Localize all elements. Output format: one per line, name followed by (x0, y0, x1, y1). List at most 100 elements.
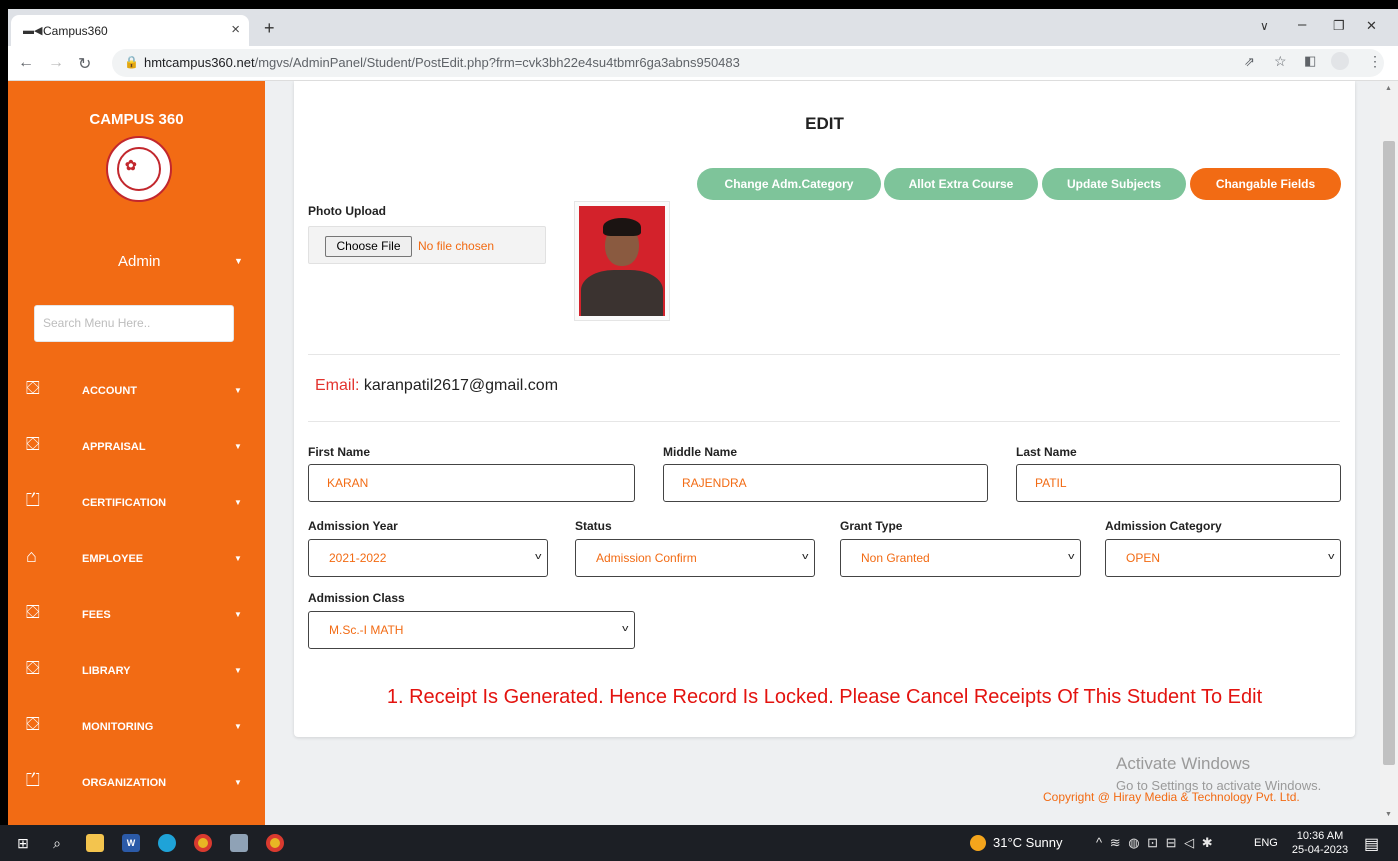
status-select[interactable]: Admission Confirm v (575, 539, 815, 577)
sidebar-item-appraisal[interactable]: ⛋ APPRAISAL ▼ (8, 421, 265, 477)
admission-category-select[interactable]: OPEN v (1105, 539, 1341, 577)
divider (308, 421, 1340, 422)
minimize-button[interactable]: – (1298, 16, 1306, 33)
caret-down-icon: ▼ (234, 442, 242, 451)
photo-background (579, 206, 665, 316)
admission-year-select[interactable]: 2021-2022 v (308, 539, 548, 577)
certificate-icon: ⏍ (26, 770, 40, 790)
browser-menu-icon[interactable]: ⋮ (1368, 53, 1382, 70)
sidebar-item-label: APPRAISAL (82, 441, 146, 453)
user-caret-icon[interactable]: ▼ (234, 256, 243, 266)
photo-hair (603, 218, 641, 236)
home-icon: ⌂ (26, 546, 37, 566)
file-explorer-icon[interactable] (86, 834, 104, 852)
search-icon[interactable]: ⌕ (48, 834, 66, 852)
caret-down-icon: ▼ (234, 554, 242, 563)
sidebar-item-fees[interactable]: ⛋ FEES ▼ (8, 589, 265, 645)
new-tab-button[interactable]: + (264, 18, 275, 39)
caret-down-icon: ▼ (234, 666, 242, 675)
update-subjects-button[interactable]: Update Subjects (1042, 168, 1186, 200)
tab-search-chevron-icon[interactable]: ∨ (1260, 19, 1269, 33)
scroll-down-icon[interactable]: ▼ (1385, 811, 1392, 818)
address-bar[interactable]: 🔒 hmtcampus360.net/mgvs/AdminPanel/Stude… (112, 49, 1384, 77)
app-icon[interactable] (230, 834, 248, 852)
url-text: hmtcampus360.net/mgvs/AdminPanel/Student… (144, 55, 740, 70)
sidebar: CAMPUS 360 ✿ Admin ▼ Search Menu Here.. … (8, 81, 265, 825)
photo-file-input[interactable]: Choose File No file chosen (308, 226, 546, 264)
logo-emblem-icon: ✿ (125, 157, 137, 173)
record-locked-message: 1. Receipt Is Generated. Hence Record Is… (386, 686, 1263, 708)
brand-title: CAMPUS 360 (89, 111, 184, 128)
certificate-icon: ⏍ (26, 490, 40, 510)
first-name-label: First Name (308, 445, 371, 459)
weather-text[interactable]: 31°C Sunny (993, 835, 1063, 850)
briefcase-icon: ⛋ (26, 602, 40, 622)
reload-icon[interactable]: ↻ (78, 54, 91, 74)
page-scrollbar[interactable]: ▲ ▼ (1380, 81, 1398, 825)
allot-extra-course-button[interactable]: Allot Extra Course (884, 168, 1038, 200)
changable-fields-button[interactable]: Changable Fields (1190, 168, 1341, 200)
college-logo: ✿ (106, 136, 172, 202)
scrollbar-thumb[interactable] (1383, 141, 1395, 765)
bookmark-star-icon[interactable]: ☆ (1274, 53, 1287, 70)
sidebar-item-certification[interactable]: ⏍ CERTIFICATION ▼ (8, 477, 265, 533)
windows-start-icon[interactable]: ⊞ (14, 834, 32, 852)
sidebar-item-monitoring[interactable]: ⛋ MONITORING ▼ (8, 701, 265, 757)
address-row: ← → ↻ 🔒 hmtcampus360.net/mgvs/AdminPanel… (8, 46, 1398, 81)
choose-file-button[interactable]: Choose File (325, 236, 412, 257)
sidebar-item-label: LIBRARY (82, 665, 131, 677)
scroll-up-icon[interactable]: ▲ (1385, 85, 1392, 92)
language-indicator[interactable]: ENG (1254, 837, 1278, 849)
sidebar-item-label: EMPLOYEE (82, 553, 144, 565)
word-icon[interactable]: W (122, 834, 140, 852)
close-window-button[interactable]: ✕ (1366, 18, 1377, 34)
sidebar-item-label: CERTIFICATION (82, 497, 167, 509)
back-arrow-icon[interactable]: ← (18, 54, 34, 72)
system-tray-icons[interactable]: ^ ≋ ◍ ⊡ ⊟ ◁ ✱ (1096, 835, 1215, 851)
edge-icon[interactable] (158, 834, 176, 852)
last-name-field[interactable]: PATIL (1016, 464, 1341, 502)
notification-icon[interactable]: ▤ (1364, 834, 1379, 854)
sidebar-item-employee[interactable]: ⌂ EMPLOYEE ▼ (8, 533, 265, 589)
middle-name-field[interactable]: RAJENDRA (663, 464, 988, 502)
chevron-down-icon: v (621, 623, 628, 633)
sidebar-item-library[interactable]: ⛋ LIBRARY ▼ (8, 645, 265, 701)
student-photo (574, 201, 670, 321)
edit-card: EDIT Change Adm.Category Allot Extra Cou… (294, 81, 1355, 737)
sidebar-item-label: FEES (82, 609, 111, 621)
forward-arrow-icon[interactable]: → (48, 54, 64, 72)
sidebar-item-label: ORGANIZATION (82, 777, 167, 789)
briefcase-icon: ⛋ (26, 434, 40, 454)
chrome-active-icon[interactable] (266, 834, 284, 852)
sidebar-item-label: MONITORING (82, 721, 154, 733)
chevron-down-icon: v (534, 551, 541, 561)
admission-class-select[interactable]: M.Sc.-I MATH v (308, 611, 635, 649)
side-panel-icon[interactable]: ◧ (1304, 53, 1316, 69)
status-label: Status (575, 519, 612, 533)
page-viewport: CAMPUS 360 ✿ Admin ▼ Search Menu Here.. … (8, 81, 1398, 825)
restore-button[interactable]: ❐ (1333, 18, 1345, 34)
user-menu[interactable]: Admin (118, 253, 161, 270)
first-name-field[interactable]: KARAN (308, 464, 635, 502)
browser-tab[interactable]: ▬◀ Campus360 × (11, 15, 249, 46)
change-adm-category-button[interactable]: Change Adm.Category (697, 168, 881, 200)
chrome-icon[interactable] (194, 834, 212, 852)
sidebar-item-organization[interactable]: ⏍ ORGANIZATION ▼ (8, 757, 265, 813)
chevron-down-icon: v (1327, 551, 1334, 561)
admission-class-value: M.Sc.-I MATH (329, 623, 404, 637)
page-title: EDIT (805, 114, 844, 133)
share-icon[interactable]: ⇗ (1244, 54, 1255, 70)
copyright-text: Copyright @ Hiray Media & Technology Pvt… (1043, 790, 1300, 804)
tab-close-icon[interactable]: × (231, 21, 240, 38)
lock-icon: 🔒 (124, 55, 139, 69)
grant-type-select[interactable]: Non Granted v (840, 539, 1081, 577)
clock[interactable]: 10:36 AM 25-04-2023 (1290, 829, 1350, 857)
screen: ▬◀ Campus360 × + ∨ – ❐ ✕ ← → ↻ 🔒 hmtcamp… (0, 0, 1398, 861)
briefcase-icon: ⛋ (26, 378, 40, 398)
menu-search-input[interactable]: Search Menu Here.. (34, 305, 234, 342)
sidebar-item-account[interactable]: ⛋ ACCOUNT ▼ (8, 365, 265, 421)
admission-category-value: OPEN (1126, 551, 1161, 565)
photo-body (581, 270, 663, 316)
tab-title: Campus360 (43, 24, 108, 38)
profile-avatar-icon[interactable] (1331, 52, 1349, 70)
